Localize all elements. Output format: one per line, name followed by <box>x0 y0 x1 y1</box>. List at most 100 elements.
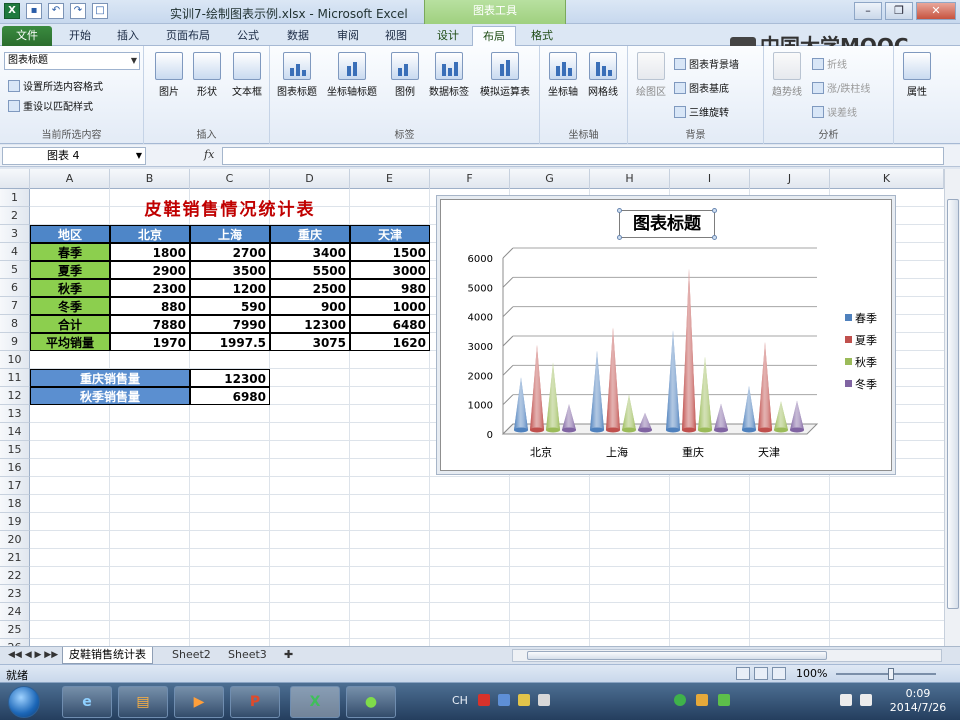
tab-page-layout[interactable]: 页面布局 <box>156 26 220 46</box>
summary-value[interactable]: 6980 <box>190 387 270 405</box>
column-header-e[interactable]: E <box>350 169 430 189</box>
row-header-17[interactable]: 17 <box>0 477 30 495</box>
column-header-a[interactable]: A <box>30 169 110 189</box>
row-header-5[interactable]: 5 <box>0 261 30 279</box>
network-icon[interactable] <box>860 694 872 706</box>
system-clock[interactable]: 0:09 2014/7/26 <box>888 687 948 715</box>
save-icon[interactable]: ▪ <box>26 3 42 19</box>
tab-design[interactable]: 设计 <box>426 26 470 46</box>
gridlines-button[interactable]: 网格线 <box>580 52 626 98</box>
formula-input[interactable] <box>222 147 944 165</box>
summary-label[interactable]: 秋季销售量 <box>30 387 190 405</box>
insert-sheet-icon[interactable]: ✚ <box>278 647 299 664</box>
table-cell[interactable]: 6480 <box>350 315 430 333</box>
minimize-button[interactable]: – <box>854 2 882 20</box>
file-explorer-icon[interactable]: ▤ <box>118 686 168 718</box>
tab-home[interactable]: 开始 <box>58 26 102 46</box>
table-row-label[interactable]: 夏季 <box>30 261 110 279</box>
data-labels-button[interactable]: 数据标签 <box>426 52 472 98</box>
zoom-slider-handle[interactable] <box>888 668 894 680</box>
trendline-button[interactable]: 趋势线 <box>764 52 810 98</box>
internet-explorer-icon[interactable]: e <box>62 686 112 718</box>
row-header-24[interactable]: 24 <box>0 603 30 621</box>
row-header-20[interactable]: 20 <box>0 531 30 549</box>
table-cell[interactable]: 1000 <box>350 297 430 315</box>
column-header-h[interactable]: H <box>590 169 670 189</box>
row-header-15[interactable]: 15 <box>0 441 30 459</box>
row-header-1[interactable]: 1 <box>0 189 30 207</box>
undo-icon[interactable]: ↶ <box>48 3 64 19</box>
powerpoint-icon[interactable]: P <box>230 686 280 718</box>
redo-icon[interactable]: ↷ <box>70 3 86 19</box>
table-row-label[interactable]: 春季 <box>30 243 110 261</box>
table-cell[interactable]: 3400 <box>270 243 350 261</box>
column-header-f[interactable]: F <box>430 169 510 189</box>
row-header-13[interactable]: 13 <box>0 405 30 423</box>
row-header-26[interactable]: 26 <box>0 639 30 646</box>
row-header-8[interactable]: 8 <box>0 315 30 333</box>
chart-object[interactable]: 0 1000 2000 3000 4000 5000 6000 北京 上海 重庆 天津 春季 夏季 秋季冬… <box>440 199 892 471</box>
tray-icon[interactable] <box>498 694 510 706</box>
row-header-25[interactable]: 25 <box>0 621 30 639</box>
name-box[interactable]: 图表 4 ▼ <box>2 147 146 165</box>
table-cell[interactable]: 1200 <box>190 279 270 297</box>
row-header-18[interactable]: 18 <box>0 495 30 513</box>
chart-floor-button[interactable]: 图表基底 <box>674 80 729 95</box>
sheet-tab[interactable]: Sheet3 <box>222 647 273 664</box>
table-header-city[interactable]: 北京 <box>110 225 190 243</box>
table-header-region[interactable]: 地区 <box>30 225 110 243</box>
tray-icon[interactable] <box>674 694 686 706</box>
tab-format[interactable]: 格式 <box>520 26 564 46</box>
row-header-21[interactable]: 21 <box>0 549 30 567</box>
row-header-16[interactable]: 16 <box>0 459 30 477</box>
tray-icon[interactable] <box>538 694 550 706</box>
row-header-22[interactable]: 22 <box>0 567 30 585</box>
table-header-city[interactable]: 重庆 <box>270 225 350 243</box>
lines-button[interactable]: 折线 <box>812 56 847 71</box>
table-cell[interactable]: 3000 <box>350 261 430 279</box>
table-header-city[interactable]: 上海 <box>190 225 270 243</box>
tab-review[interactable]: 审阅 <box>326 26 370 46</box>
table-cell[interactable]: 2500 <box>270 279 350 297</box>
resize-handle[interactable] <box>712 208 717 213</box>
updown-bars-button[interactable]: 涨/跌柱线 <box>812 80 870 95</box>
row-header-23[interactable]: 23 <box>0 585 30 603</box>
tray-icon[interactable] <box>718 694 730 706</box>
row-header-3[interactable]: 3 <box>0 225 30 243</box>
table-cell[interactable]: 2700 <box>190 243 270 261</box>
table-header-city[interactable]: 天津 <box>350 225 430 243</box>
tab-view[interactable]: 视图 <box>374 26 418 46</box>
table-cell[interactable]: 1620 <box>350 333 430 351</box>
scroll-thumb[interactable] <box>947 199 959 609</box>
table-cell[interactable]: 590 <box>190 297 270 315</box>
table-cell[interactable]: 900 <box>270 297 350 315</box>
chart-title[interactable]: 图表标题 <box>617 208 717 240</box>
resize-handle[interactable] <box>617 235 622 240</box>
table-cell[interactable]: 2300 <box>110 279 190 297</box>
close-button[interactable]: ✕ <box>916 2 956 20</box>
resize-handle[interactable] <box>712 235 717 240</box>
page-layout-view-button[interactable] <box>754 667 768 680</box>
sheet-tab-active[interactable]: 皮鞋销售统计表 <box>62 647 153 664</box>
table-cell[interactable]: 7990 <box>190 315 270 333</box>
new-document-icon[interactable]: □ <box>92 3 108 19</box>
table-cell[interactable]: 5500 <box>270 261 350 279</box>
table-cell[interactable]: 980 <box>350 279 430 297</box>
column-header-d[interactable]: D <box>270 169 350 189</box>
table-row-label[interactable]: 合计 <box>30 315 110 333</box>
row-header-12[interactable]: 12 <box>0 387 30 405</box>
row-header-4[interactable]: 4 <box>0 243 30 261</box>
format-selection-button[interactable]: 设置所选内容格式 <box>8 78 103 93</box>
scroll-thumb[interactable] <box>527 651 827 660</box>
legend-button[interactable]: 图例 <box>382 52 428 98</box>
table-cell[interactable]: 1997.5 <box>190 333 270 351</box>
table-cell[interactable]: 3075 <box>270 333 350 351</box>
table-row-label[interactable]: 平均销量 <box>30 333 110 351</box>
tab-file[interactable]: 文件 <box>2 26 52 46</box>
summary-value[interactable]: 12300 <box>190 369 270 387</box>
tray-icon[interactable] <box>518 694 530 706</box>
excel-taskbar-icon[interactable]: X <box>290 686 340 718</box>
tab-formulas[interactable]: 公式 <box>226 26 270 46</box>
ime-indicator[interactable]: CH <box>452 694 468 707</box>
table-cell[interactable]: 1500 <box>350 243 430 261</box>
